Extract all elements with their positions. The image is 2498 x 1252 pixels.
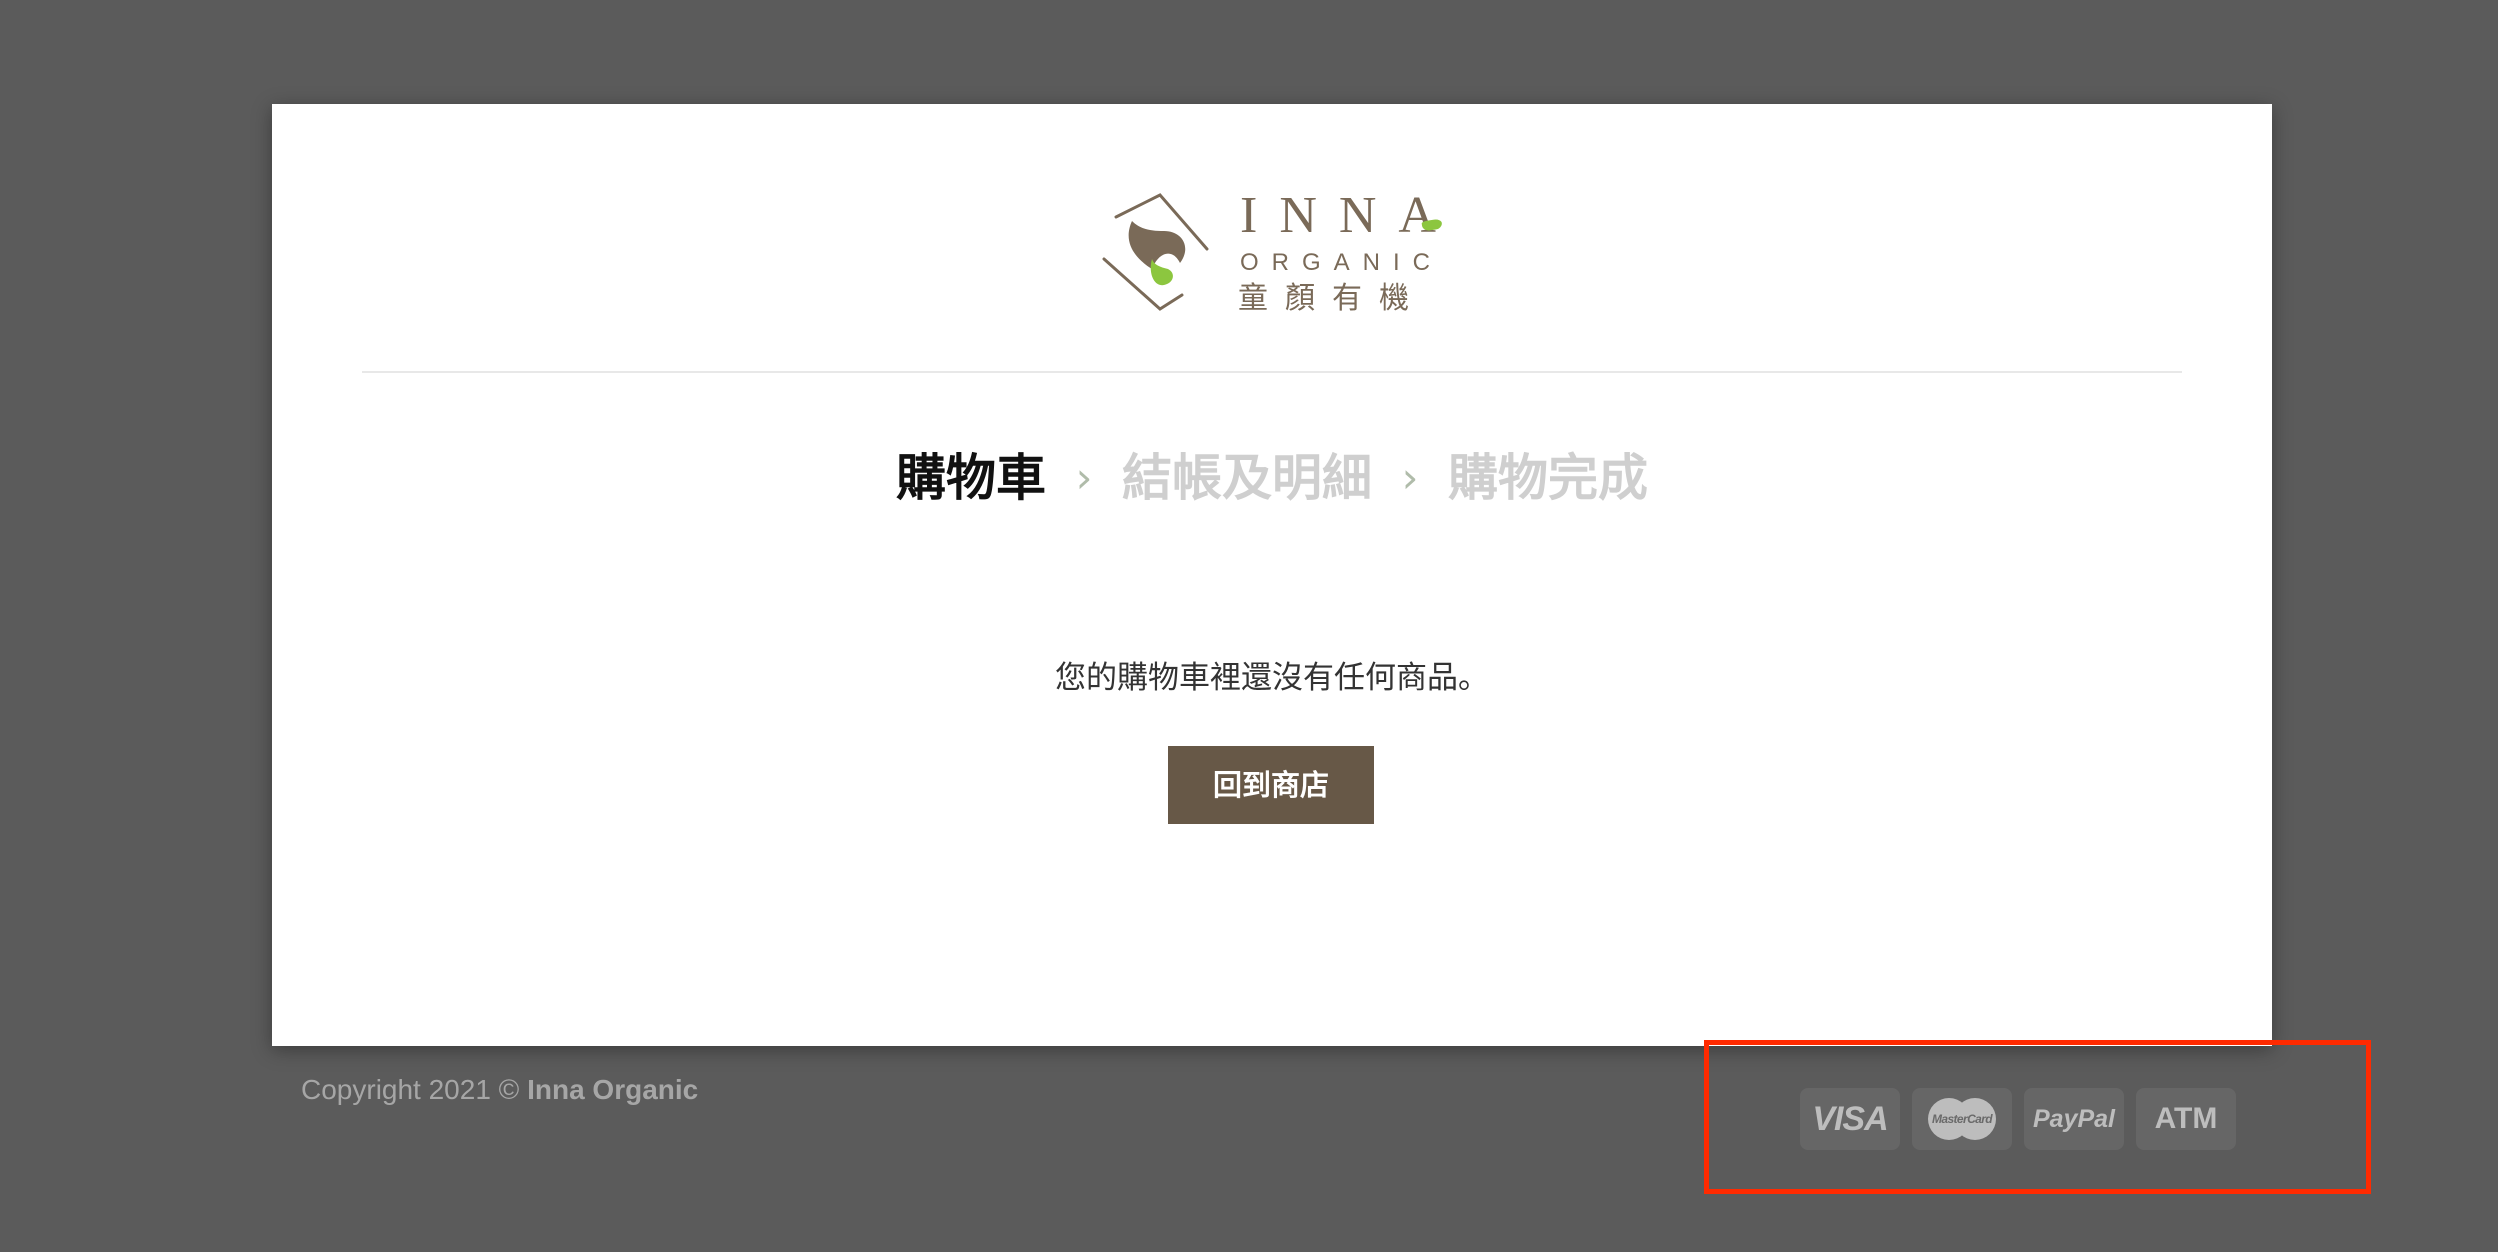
step-checkout-details: 結帳及明細 [1122, 449, 1372, 507]
logo-mark-icon [1102, 193, 1209, 311]
checkout-steps: 購物車 › 結帳及明細 › 購物完成 [272, 442, 2272, 514]
chevron-right-icon: › [1075, 453, 1093, 502]
payment-methods: VISA MasterCard PayPal ATM [1800, 1088, 2236, 1150]
page: INNA ORGANIC 童顏有機 購物車 › 結帳及明細 › 購物完成 您的購… [0, 0, 2498, 1252]
logo-wordmark: INNA [1240, 187, 1458, 244]
logo-subtitle: ORGANIC [1240, 249, 1444, 276]
copyright-prefix: Copyright 2021 © [301, 1074, 520, 1105]
step-cart[interactable]: 購物車 [896, 442, 1046, 514]
logo-chinese-name: 童顏有機 [1238, 281, 1426, 316]
mastercard-logo: MasterCard [1928, 1098, 1996, 1140]
atm-icon: ATM [2136, 1088, 2236, 1150]
visa-icon: VISA [1800, 1088, 1900, 1150]
chevron-right-icon: › [1401, 453, 1419, 502]
mastercard-icon: MasterCard [1912, 1088, 2012, 1150]
paypal-label: PayPal [2032, 1104, 2115, 1133]
site-logo[interactable]: INNA ORGANIC 童顏有機 [1102, 190, 1452, 316]
atm-label: ATM [2154, 1102, 2218, 1135]
return-to-shop-button[interactable]: 回到商店 [1168, 746, 1374, 824]
copyright-text: Copyright 2021 © Inna Organic [301, 1070, 698, 1110]
step-order-complete: 購物完成 [1448, 449, 1648, 507]
cart-card: INNA ORGANIC 童顏有機 購物車 › 結帳及明細 › 購物完成 您的購… [272, 104, 2272, 1046]
empty-cart-message: 您的購物車裡還沒有任何商品。 [1055, 660, 1489, 696]
visa-label: VISA [1812, 1099, 1888, 1138]
mastercard-label: MasterCard [1931, 1112, 1993, 1126]
copyright-brand-link[interactable]: Inna Organic [527, 1074, 698, 1105]
header-divider [362, 371, 2182, 373]
paypal-icon: PayPal [2024, 1088, 2124, 1150]
